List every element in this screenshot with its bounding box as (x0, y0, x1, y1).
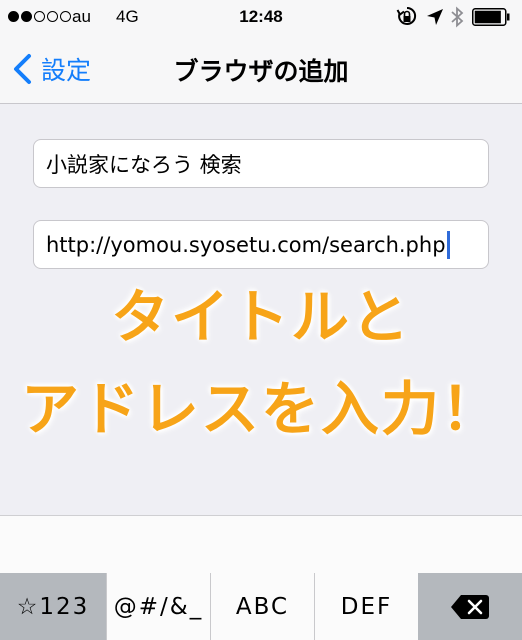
annotation-line-1: タイトルと (110, 283, 411, 351)
key-def[interactable]: DEF (314, 573, 418, 640)
title-input[interactable]: 小説家になろう 検索 (33, 139, 489, 188)
delete-backspace-icon (451, 594, 489, 619)
key-symbols[interactable]: @#/&_ (106, 573, 210, 640)
page-title: ブラウザの追加 (173, 57, 349, 86)
rotation-lock-icon (396, 6, 417, 25)
key-abc[interactable]: ABC (210, 573, 314, 640)
navigation-bar: 設定 ブラウザの追加 (0, 34, 522, 104)
bluetooth-icon (451, 6, 464, 28)
key-number-mode[interactable]: ☆123 (0, 573, 106, 640)
url-input[interactable]: http://yomou.syosetu.com/search.php (33, 220, 489, 269)
battery-icon (472, 8, 510, 26)
title-input-value: 小説家になろう 検索 (46, 152, 242, 177)
location-arrow-icon (427, 9, 443, 25)
delete-key[interactable] (418, 573, 522, 640)
text-cursor (446, 230, 450, 259)
screen: au 4G 12:48 設定 ブラウザの追加 小説家になろう 検索 http:/… (0, 0, 522, 640)
status-bar: au 4G 12:48 (0, 0, 522, 34)
annotation-line-2: アドレスを入力！ (20, 375, 501, 443)
url-input-value: http://yomou.syosetu.com/search.php (46, 232, 446, 257)
keyboard-candidate-bar (0, 515, 522, 573)
keyboard: ☆123 @#/&_ ABC DEF (0, 573, 522, 640)
